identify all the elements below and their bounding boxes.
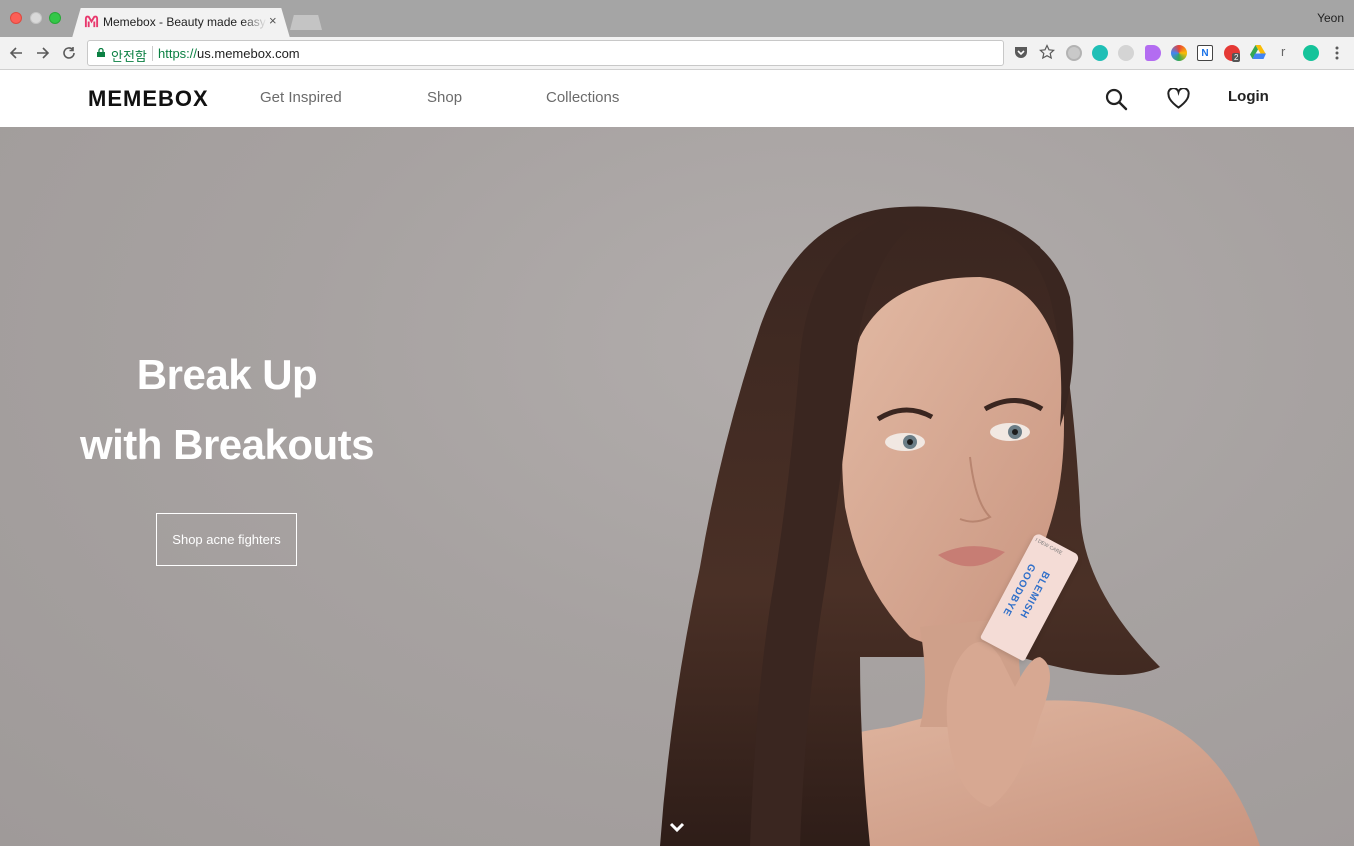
purple-extension-icon[interactable]: [1145, 45, 1161, 61]
search-icon[interactable]: [1105, 88, 1128, 111]
browser-toolbar: 안전함 https://us.memebox.com N 2 r: [0, 37, 1354, 70]
minimize-window-button[interactable]: [30, 12, 42, 24]
nav-collections[interactable]: Collections: [546, 89, 619, 106]
new-tab-button[interactable]: [290, 15, 322, 30]
nav-shop[interactable]: Shop: [427, 89, 462, 106]
memebox-logo[interactable]: MEMEBOX: [88, 86, 209, 112]
chevron-down-icon[interactable]: [668, 821, 686, 835]
address-divider: [152, 46, 153, 61]
pocket-icon[interactable]: [1013, 44, 1029, 60]
hero-model-image: [660, 206, 1260, 846]
heart-wishlist-icon[interactable]: [1167, 88, 1190, 109]
teal-extension-icon[interactable]: [1092, 45, 1108, 61]
nav-get-inspired[interactable]: Get Inspired: [260, 89, 342, 106]
login-link[interactable]: Login: [1228, 88, 1269, 105]
profile-name[interactable]: Yeon: [1317, 11, 1344, 25]
lock-icon: [97, 48, 105, 57]
url-scheme: https://: [158, 46, 198, 61]
secure-label: 안전함: [111, 49, 147, 64]
bookmark-star-icon[interactable]: [1039, 44, 1055, 60]
url-text[interactable]: https://us.memebox.com: [158, 46, 300, 61]
address-bar[interactable]: 안전함 https://us.memebox.com: [87, 40, 1004, 66]
memebox-favicon-icon: [84, 15, 99, 28]
color-wheel-extension-icon[interactable]: [1171, 45, 1187, 61]
browser-tab-active[interactable]: Memebox - Beauty made easy ×: [72, 8, 290, 38]
grammarly-icon[interactable]: [1303, 45, 1319, 61]
chrome-menu-icon[interactable]: [1332, 45, 1342, 61]
r-extension-icon[interactable]: r: [1281, 44, 1285, 59]
globe-extension-icon[interactable]: [1066, 45, 1082, 61]
shop-acne-fighters-button[interactable]: Shop acne fighters: [156, 513, 297, 566]
google-drive-icon[interactable]: [1250, 45, 1266, 60]
forward-arrow-icon[interactable]: [32, 42, 54, 64]
hero-title-line2: with Breakouts: [79, 421, 375, 468]
back-arrow-icon[interactable]: [5, 42, 27, 64]
extension-badge: 2: [1232, 53, 1241, 62]
close-window-button[interactable]: [10, 12, 22, 24]
reload-icon[interactable]: [58, 42, 80, 64]
tab-title: Memebox - Beauty made easy: [103, 15, 266, 29]
site-header: MEMEBOX Get Inspired Shop Collections Lo…: [0, 70, 1354, 127]
tab-close-icon[interactable]: ×: [269, 13, 277, 28]
grey-extension-icon[interactable]: [1118, 45, 1134, 61]
url-host: us.memebox.com: [197, 46, 300, 61]
browser-tab-strip: Memebox - Beauty made easy × Yeon: [0, 0, 1354, 38]
hero-banner: I DEW CARE GOODBYE BLEMISH Break Up with…: [0, 127, 1354, 846]
maximize-window-button[interactable]: [49, 12, 61, 24]
n-extension-icon[interactable]: N: [1197, 45, 1213, 61]
hero-title-line1: Break Up: [136, 351, 318, 398]
